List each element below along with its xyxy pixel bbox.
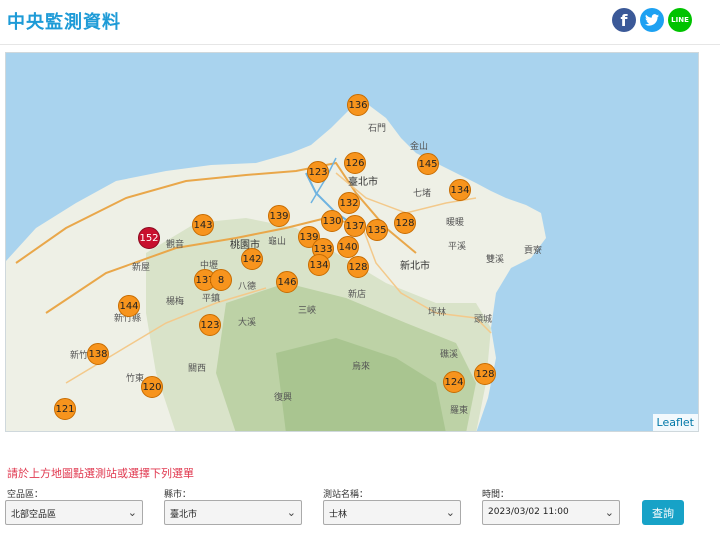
time-value: 2023/03/02 11:00 [488, 507, 569, 517]
map[interactable]: 石門 金山 臺北市 七堵 暖暖 平溪 雙溪 貢寮 新北市 觀音 桃園市 龜山 新… [5, 52, 699, 432]
map-place-label: 平鎮 [202, 294, 221, 304]
station-marker[interactable]: 130 [321, 210, 343, 232]
station-marker[interactable]: 134 [449, 179, 471, 201]
county-value: 臺北市 [170, 510, 198, 520]
map-place-label: 三峽 [298, 306, 317, 316]
map-place-label: 貢寮 [524, 246, 543, 256]
station-marker[interactable]: 121 [54, 398, 76, 420]
station-marker[interactable]: 8 [210, 269, 232, 291]
station-marker[interactable]: 136 [347, 94, 369, 116]
time-select[interactable]: 2023/03/02 11:00 ⌄ [482, 500, 620, 525]
station-marker[interactable]: 145 [417, 153, 439, 175]
header-divider [0, 44, 720, 45]
county-select[interactable]: 臺北市 ⌄ [164, 500, 302, 525]
station-marker[interactable]: 152 [138, 227, 160, 249]
station-name-label: 測站名稱： [323, 490, 369, 500]
map-place-label: 楊梅 [166, 297, 185, 307]
instruction-text: 請於上方地圖點選測站或選擇下列選單 [7, 467, 194, 480]
air-district-select[interactable]: 北部空品區 ⌄ [5, 500, 143, 525]
station-marker[interactable]: 139 [268, 205, 290, 227]
map-place-label: 復興 [274, 393, 293, 403]
header: 中央監測資料 f LINE [0, 0, 720, 44]
station-marker[interactable]: 128 [347, 256, 369, 278]
map-place-label: 頭城 [474, 315, 493, 325]
map-place-label: 金山 [410, 142, 429, 152]
map-place-label: 石門 [368, 124, 387, 134]
station-marker[interactable]: 128 [394, 212, 416, 234]
map-place-label: 平溪 [448, 242, 467, 252]
time-label: 時間： [482, 490, 510, 500]
station-marker[interactable]: 120 [141, 376, 163, 398]
map-place-label: 臺北市 [348, 177, 378, 188]
station-marker[interactable]: 123 [199, 314, 221, 336]
map-place-label: 大溪 [238, 318, 257, 328]
chevron-down-icon: ⌄ [604, 506, 614, 519]
station-marker[interactable]: 135 [366, 219, 388, 241]
station-marker[interactable]: 128 [474, 363, 496, 385]
map-place-label: 新北市 [400, 261, 430, 272]
map-place-label: 礁溪 [440, 350, 459, 360]
map-place-label: 坪林 [428, 308, 447, 318]
map-place-label: 龜山 [268, 237, 287, 247]
station-marker[interactable]: 143 [192, 214, 214, 236]
station-marker[interactable]: 144 [118, 295, 140, 317]
station-marker[interactable]: 134 [308, 254, 330, 276]
station-marker[interactable]: 138 [87, 343, 109, 365]
air-district-label: 空品區： [7, 490, 44, 500]
page-title: 中央監測資料 [7, 12, 121, 33]
station-marker[interactable]: 123 [307, 161, 329, 183]
chevron-down-icon: ⌄ [127, 506, 137, 519]
station-marker[interactable]: 140 [337, 236, 359, 258]
air-district-value: 北部空品區 [11, 510, 57, 520]
twitter-share-icon[interactable] [640, 8, 664, 32]
map-place-label: 暖暖 [446, 218, 465, 228]
chevron-down-icon: ⌄ [286, 506, 296, 519]
county-label: 縣市： [164, 490, 192, 500]
map-place-label: 新店 [348, 290, 367, 300]
station-marker[interactable]: 126 [344, 152, 366, 174]
station-marker[interactable]: 137 [344, 215, 366, 237]
query-button[interactable]: 查詢 [642, 500, 684, 525]
station-marker[interactable]: 146 [276, 271, 298, 293]
map-place-label: 觀音 [166, 240, 185, 250]
map-place-label: 羅東 [450, 406, 469, 416]
map-attribution-link[interactable]: Leaflet [652, 414, 698, 431]
station-marker[interactable]: 142 [241, 248, 263, 270]
line-share-icon[interactable]: LINE [668, 8, 692, 32]
station-marker[interactable]: 124 [443, 371, 465, 393]
map-place-label: 新屋 [132, 263, 151, 273]
map-place-label: 七堵 [413, 189, 432, 199]
map-place-label: 烏來 [352, 362, 371, 372]
map-place-label: 關西 [188, 364, 207, 374]
station-value: 士林 [329, 510, 348, 520]
map-place-label: 雙溪 [486, 255, 505, 265]
station-select[interactable]: 士林 ⌄ [323, 500, 461, 525]
map-place-label: 八德 [238, 282, 257, 292]
facebook-share-icon[interactable]: f [612, 8, 636, 32]
station-marker[interactable]: 132 [338, 192, 360, 214]
chevron-down-icon: ⌄ [445, 506, 455, 519]
